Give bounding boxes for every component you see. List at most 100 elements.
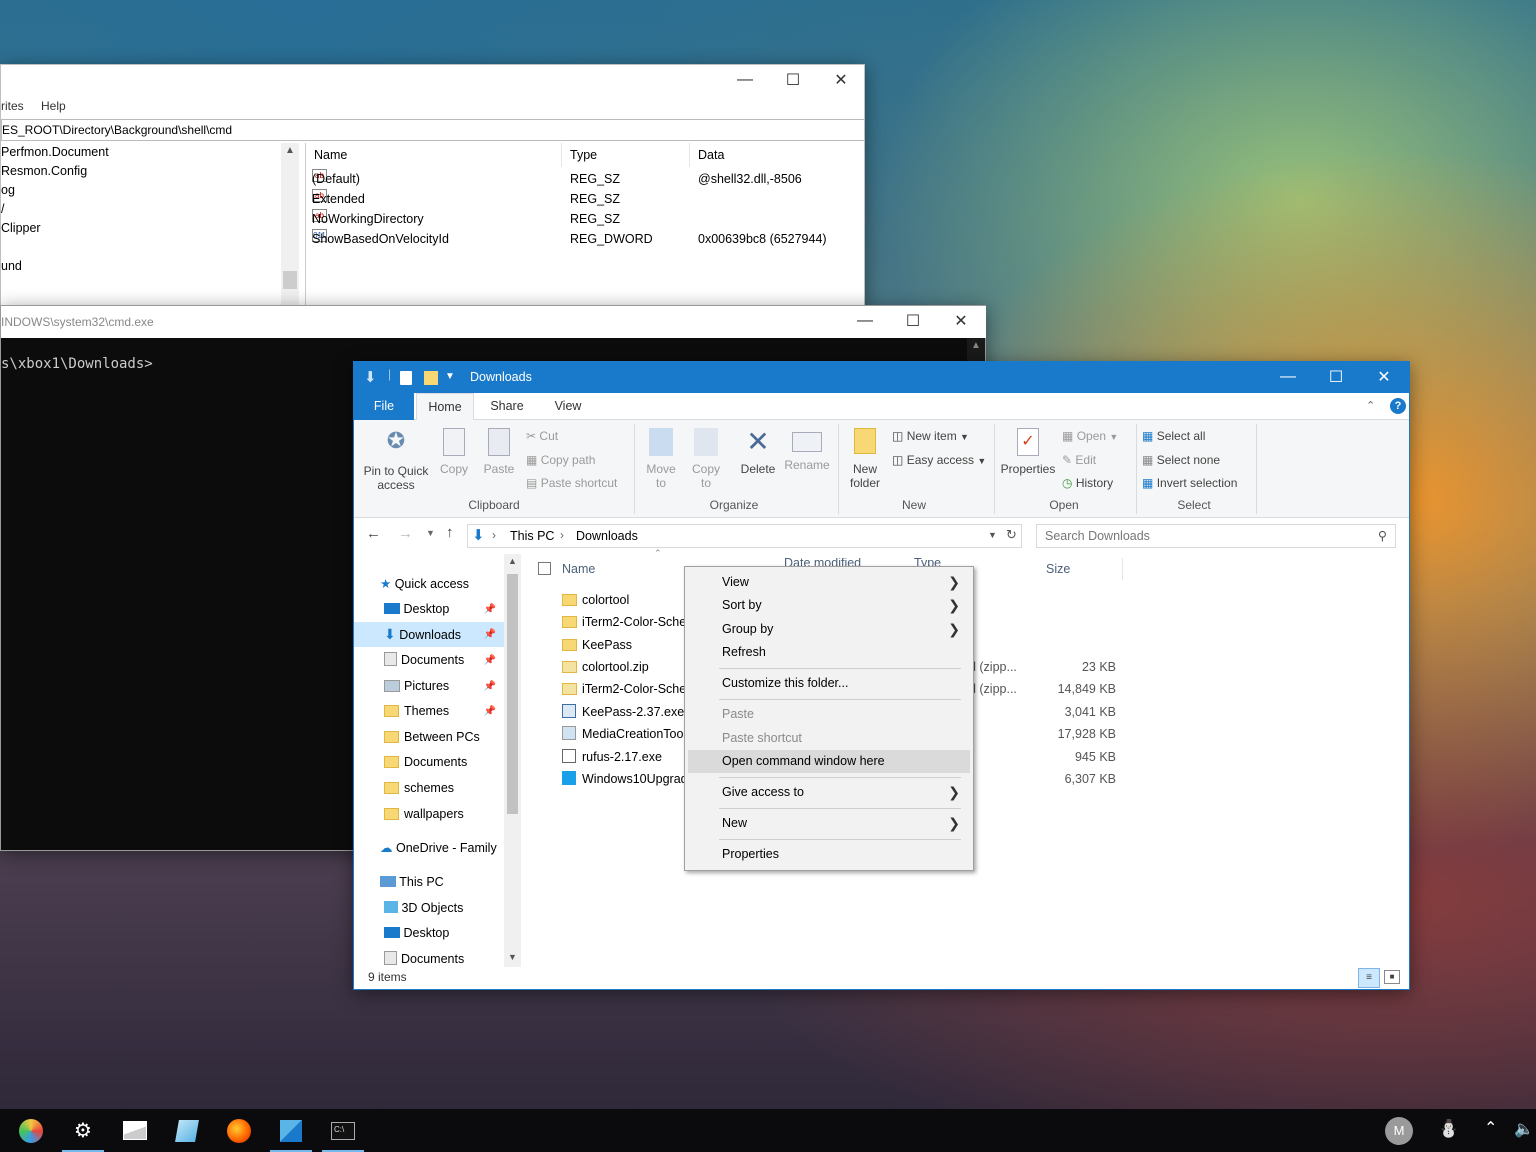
- history-button[interactable]: ◷ History: [1062, 473, 1113, 493]
- photos-icon[interactable]: [112, 1109, 158, 1152]
- list-item[interactable]: colortool.zip: [562, 656, 649, 678]
- nav-item-themes[interactable]: Themes 📌: [354, 699, 504, 724]
- list-item[interactable]: Windows10Upgrad: [562, 768, 688, 790]
- scroll-up-icon[interactable]: ▲: [971, 340, 981, 351]
- table-row[interactable]: ab (Default) REG_SZ @shell32.dll,-8506: [306, 169, 866, 189]
- command-prompt-icon[interactable]: C:\: [320, 1109, 366, 1152]
- firefox-icon[interactable]: [216, 1109, 262, 1152]
- invert-selection-button[interactable]: ▦ Invert selection: [1142, 473, 1237, 493]
- maximize-button[interactable]: ☐: [769, 65, 817, 95]
- tab-file[interactable]: File: [354, 393, 414, 420]
- settings-icon[interactable]: ⚙: [60, 1109, 106, 1152]
- address-bar[interactable]: ⬇ › This PC › Downloads ▼ ↻: [467, 524, 1022, 548]
- list-item[interactable]: iTerm2-Color-Sche: [562, 678, 686, 700]
- column-header-size[interactable]: Size: [1046, 558, 1126, 580]
- tab-home[interactable]: Home: [416, 393, 474, 421]
- close-button[interactable]: ✕: [1360, 362, 1408, 392]
- minimize-button[interactable]: —: [721, 65, 769, 95]
- menu-item-give-access-to[interactable]: Give access to ❯: [688, 781, 970, 804]
- open-button[interactable]: ▦ Open ▼: [1062, 426, 1118, 446]
- scroll-up-icon[interactable]: ▲: [508, 556, 517, 566]
- cut-button[interactable]: ✂ Cut: [526, 426, 558, 446]
- menu-item-view[interactable]: View ❯: [688, 571, 970, 594]
- list-item[interactable]: MediaCreationToo: [562, 723, 683, 745]
- nav-item-documents-folder[interactable]: Documents: [354, 750, 504, 775]
- paste-shortcut-button[interactable]: ▤ Paste shortcut: [526, 473, 617, 493]
- move-to-button[interactable]: Move to: [640, 428, 682, 490]
- list-item[interactable]: iTerm2-Color-Sche: [562, 611, 686, 633]
- chevron-up-icon[interactable]: ⌃: [1366, 399, 1375, 412]
- delete-button[interactable]: ✕ Delete: [734, 426, 782, 476]
- properties-button[interactable]: ✓ Properties: [998, 428, 1058, 476]
- tree-item[interactable]: und: [1, 257, 298, 276]
- details-view-icon[interactable]: ≡: [1358, 968, 1380, 988]
- scroll-thumb[interactable]: [507, 574, 518, 814]
- select-all-checkbox[interactable]: [538, 562, 551, 575]
- nav-item-between-pcs[interactable]: Between PCs: [354, 725, 504, 750]
- chevron-right-icon[interactable]: ›: [492, 528, 496, 542]
- menu-item-new[interactable]: New ❯: [688, 812, 970, 835]
- nav-item-desktop[interactable]: Desktop 📌: [354, 597, 504, 622]
- select-none-button[interactable]: ▦ Select none: [1142, 450, 1220, 470]
- rename-button[interactable]: Rename: [782, 428, 832, 472]
- chevron-right-icon[interactable]: ›: [560, 528, 564, 542]
- search-input[interactable]: Search Downloads ⚲: [1036, 524, 1396, 548]
- tree-item[interactable]: og: [1, 181, 298, 200]
- people-icon[interactable]: ⛄: [1438, 1119, 1459, 1139]
- column-header-data[interactable]: Data: [690, 143, 866, 167]
- menu-item-paste[interactable]: Paste: [688, 703, 970, 726]
- volume-icon[interactable]: 🔈: [1514, 1119, 1534, 1139]
- breadcrumb-downloads[interactable]: Downloads: [576, 529, 638, 543]
- download-arrow-icon[interactable]: ⬇: [364, 368, 377, 386]
- column-header-type[interactable]: Type: [562, 143, 690, 167]
- nav-item-schemes[interactable]: schemes: [354, 776, 504, 801]
- pin-to-quick-access-button[interactable]: ✪ Pin to Quick access: [360, 430, 432, 493]
- list-item[interactable]: KeePass: [562, 634, 632, 656]
- menu-help[interactable]: Help: [41, 99, 66, 113]
- menu-item-refresh[interactable]: Refresh: [688, 641, 970, 664]
- list-item[interactable]: KeePass-2.37.exe: [562, 701, 684, 723]
- nav-item-onedrive[interactable]: ☁ OneDrive - Family: [354, 836, 504, 861]
- nav-item-documents[interactable]: Documents 📌: [354, 648, 504, 673]
- menu-favorites[interactable]: rites: [1, 99, 24, 113]
- close-button[interactable]: ✕: [937, 306, 985, 336]
- help-icon[interactable]: ?: [1390, 398, 1406, 414]
- tree-item[interactable]: [1, 238, 298, 257]
- nav-scrollbar[interactable]: ▲ ▼: [504, 554, 521, 967]
- up-arrow-icon[interactable]: ↑: [446, 524, 454, 541]
- minimize-button[interactable]: —: [1264, 362, 1312, 392]
- column-header-name[interactable]: Name: [306, 143, 562, 167]
- cmd-prompt[interactable]: s\xbox1\Downloads>: [1, 356, 153, 372]
- back-arrow-icon[interactable]: ←: [366, 525, 381, 542]
- chevron-up-icon[interactable]: ⌃: [1484, 1118, 1497, 1138]
- copy-to-button[interactable]: Copy to: [686, 428, 726, 490]
- list-item[interactable]: colortool: [562, 589, 629, 611]
- maximize-button[interactable]: ☐: [889, 306, 937, 336]
- tree-item[interactable]: Perfmon.Document: [1, 143, 298, 162]
- avatar[interactable]: M: [1385, 1117, 1413, 1145]
- select-all-button[interactable]: ▦ Select all: [1142, 426, 1205, 446]
- edit-button[interactable]: ✎ Edit: [1062, 450, 1096, 470]
- scroll-up-icon[interactable]: ▲: [285, 145, 295, 156]
- nav-item-downloads[interactable]: ⬇ Downloads 📌: [354, 622, 504, 647]
- paste-button[interactable]: Paste: [478, 428, 520, 476]
- minimize-button[interactable]: —: [841, 306, 889, 336]
- nav-item-quick-access[interactable]: ★ Quick access: [354, 572, 504, 597]
- menu-item-customize-folder[interactable]: Customize this folder...: [688, 672, 970, 695]
- notepad-icon[interactable]: [164, 1109, 210, 1152]
- menu-item-properties[interactable]: Properties: [688, 843, 970, 866]
- large-icons-view-icon[interactable]: ■: [1384, 970, 1400, 984]
- copy-button[interactable]: Copy: [434, 428, 474, 476]
- nav-item-pictures[interactable]: Pictures 📌: [354, 674, 504, 699]
- menu-item-group-by[interactable]: Group by ❯: [688, 618, 970, 641]
- tree-scrollbar[interactable]: ▲: [281, 143, 299, 309]
- breadcrumb-this-pc[interactable]: This PC: [510, 529, 554, 543]
- paint-icon[interactable]: [8, 1109, 54, 1152]
- recent-locations-icon[interactable]: ▼: [426, 528, 435, 538]
- nav-item-wallpapers[interactable]: wallpapers: [354, 802, 504, 827]
- nav-item-3d-objects[interactable]: 3D Objects: [354, 896, 504, 921]
- new-folder-icon[interactable]: [424, 371, 438, 385]
- scroll-thumb[interactable]: [283, 271, 297, 289]
- menu-item-sort-by[interactable]: Sort by ❯: [688, 594, 970, 617]
- forward-arrow-icon[interactable]: →: [398, 525, 413, 542]
